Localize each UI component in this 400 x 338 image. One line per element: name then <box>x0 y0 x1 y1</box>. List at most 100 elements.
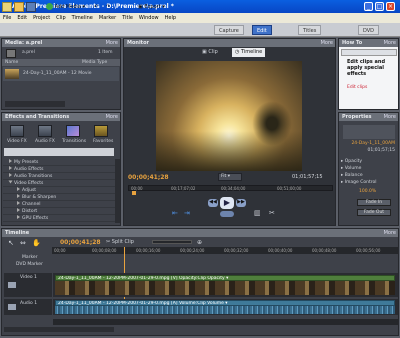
video-track-label: Video 1 <box>20 275 37 280</box>
prop-opacity[interactable]: ▸ Opacity <box>339 159 398 166</box>
step-back-icon[interactable]: ◀◀ <box>208 199 218 207</box>
effects-scrollbar[interactable] <box>115 159 120 223</box>
prop-volume[interactable]: ▸ Volume <box>339 166 398 173</box>
export-button[interactable]: ▣ Export ▾ <box>136 2 167 12</box>
media-col-name[interactable]: Name <box>5 60 18 65</box>
redo-icon[interactable]: ↷ <box>104 2 112 12</box>
marker-label: Marker <box>22 255 38 260</box>
titles-workspace-button[interactable]: Titles <box>298 25 322 35</box>
capture-workspace-button[interactable]: Capture <box>214 25 244 35</box>
monitor-tab-clip[interactable]: ▣ Clip <box>202 49 218 57</box>
video-track-icon[interactable] <box>8 282 16 288</box>
media-more-button[interactable]: More <box>106 40 118 46</box>
add-media-button[interactable]: Add Media ▾ <box>44 2 87 12</box>
clip-thumbnail <box>5 69 19 79</box>
timeline-timecode[interactable]: 00;00;41;28 <box>60 239 101 246</box>
step-forward-icon[interactable]: ▶▶ <box>236 199 246 207</box>
frame-icon[interactable]: ▥ <box>254 209 261 217</box>
zoom-select[interactable]: Fit ▾ <box>218 173 242 181</box>
menu-file[interactable]: File <box>0 13 14 21</box>
timeline-zoom-slider[interactable] <box>152 240 192 244</box>
properties-panel: Properties More 24-Day-1_11_00AM 01;01;57… <box>338 112 399 226</box>
time-stretch-icon[interactable]: ⇔ <box>20 239 26 247</box>
category-gpu-effects[interactable]: GPU Effects <box>3 215 115 222</box>
menu-title[interactable]: Title <box>119 13 136 21</box>
howto-more-button[interactable]: More <box>384 40 396 46</box>
maximize-button[interactable]: □ <box>375 2 384 11</box>
set-out-point-icon[interactable]: ⇥ <box>184 209 190 217</box>
speaker-icon[interactable] <box>8 304 16 310</box>
timeline-scrollbar[interactable] <box>53 319 398 325</box>
hand-tool-icon[interactable]: ✋ <box>32 239 41 247</box>
category-adjust[interactable]: Adjust <box>3 187 115 194</box>
video-fx-icon[interactable] <box>10 125 24 137</box>
category-audio-effects[interactable]: Audio Effects <box>3 166 115 173</box>
menu-timeline[interactable]: Timeline <box>69 13 96 21</box>
split-clip-button[interactable]: ✂ Split Clip <box>106 239 134 245</box>
dvd-workspace-button[interactable]: DVD <box>358 25 380 35</box>
tab-favorites[interactable]: Favorites <box>93 139 113 144</box>
favorites-icon[interactable] <box>94 125 108 137</box>
selection-tool-icon[interactable]: ↖ <box>8 239 14 247</box>
howto-topic-select[interactable] <box>341 49 397 56</box>
properties-clip-name: 24-Day-1_11_00AM <box>351 141 395 146</box>
media-panel-title: Media: a.prel <box>5 40 43 46</box>
audio-fx-icon[interactable] <box>38 125 52 137</box>
trim-icon[interactable]: ✂ <box>269 209 275 217</box>
prop-image-control[interactable]: ▸ Image Control <box>339 180 398 187</box>
menu-clip[interactable]: Clip <box>53 13 68 21</box>
menu-help[interactable]: Help <box>162 13 179 21</box>
category-channel[interactable]: Channel <box>3 201 115 208</box>
effects-panel-title: Effects and Transitions <box>5 114 70 120</box>
monitor-playhead-icon[interactable] <box>132 191 136 195</box>
open-folder-icon[interactable] <box>14 2 24 12</box>
howto-title: How To <box>342 40 363 46</box>
close-button[interactable]: × <box>386 2 395 11</box>
category-my-presets[interactable]: My Presets <box>3 159 115 166</box>
category-distort[interactable]: Distort <box>3 208 115 215</box>
properties-opacity-value[interactable]: 100.0% <box>359 189 376 194</box>
zoom-in-icon[interactable]: ⊕ <box>197 239 202 246</box>
edit-workspace-button[interactable]: Edit <box>252 25 272 35</box>
category-video-effects[interactable]: Video Effects <box>3 180 115 187</box>
howto-link[interactable]: Edit clips <box>347 85 367 90</box>
media-panel: Media: a.prel More a.prel 1 Item Name Med… <box>1 38 121 110</box>
properties-more-button[interactable]: More <box>384 114 396 120</box>
monitor-more-button[interactable]: More <box>321 40 333 46</box>
menu-project[interactable]: Project <box>30 13 53 21</box>
category-blur-sharpen[interactable]: Blur & Sharpen <box>3 194 115 201</box>
monitor-tab-timeline[interactable]: ◷ Timeline <box>232 48 266 57</box>
set-in-point-icon[interactable]: ⇤ <box>172 209 178 217</box>
menu-edit[interactable]: Edit <box>14 13 30 21</box>
menu-window[interactable]: Window <box>136 13 162 21</box>
monitor-current-timecode[interactable]: 00;00;41;28 <box>128 174 169 181</box>
prop-balance[interactable]: ▸ Balance <box>339 173 398 180</box>
tab-audio-fx[interactable]: Audio FX <box>35 139 55 144</box>
fade-in-button[interactable]: Fade In <box>357 199 391 206</box>
monitor-time-ruler[interactable]: 00;00 00;17;07;02 00;34;04;00 00;51;00;0… <box>128 185 333 191</box>
save-icon[interactable] <box>26 2 36 12</box>
new-project-icon[interactable] <box>2 2 12 12</box>
video-tree <box>252 101 292 146</box>
play-button-icon[interactable]: ▶ <box>220 197 234 209</box>
properties-list: ▸ Opacity ▸ Volume ▸ Balance ▸ Image Con… <box>339 159 398 187</box>
tab-video-fx[interactable]: Video FX <box>7 139 27 144</box>
timeline-ruler[interactable]: 00;00 00;00;08;00 00;00;16;00 00;00;24;0… <box>52 247 398 254</box>
effects-search-input[interactable] <box>4 148 114 156</box>
dvd-marker-label: DVD Marker <box>16 262 43 267</box>
video-track: 24-Day-1_11_00AM - 12-20PM-2007-01-29-0.… <box>53 273 398 297</box>
video-clip-thumbnails[interactable] <box>55 281 395 295</box>
undo-icon[interactable]: ↶ <box>92 2 100 12</box>
minimize-button[interactable]: _ <box>364 2 373 11</box>
menu-marker[interactable]: Marker <box>96 13 119 21</box>
media-col-type[interactable]: Media Type <box>82 60 107 65</box>
transitions-icon[interactable] <box>66 125 80 137</box>
fade-out-button[interactable]: Fade Out <box>357 209 391 216</box>
tab-transitions[interactable]: Transitions <box>62 139 86 144</box>
category-audio-transitions[interactable]: Audio Transitions <box>3 173 115 180</box>
timeline-more-button[interactable]: More <box>384 230 396 236</box>
shuttle-control[interactable] <box>220 211 234 217</box>
effects-more-button[interactable]: More <box>106 114 118 120</box>
media-list-item[interactable]: 24-Day-1_11_00AM - 12 Movie <box>3 67 119 81</box>
audio-waveform[interactable] <box>55 306 395 314</box>
